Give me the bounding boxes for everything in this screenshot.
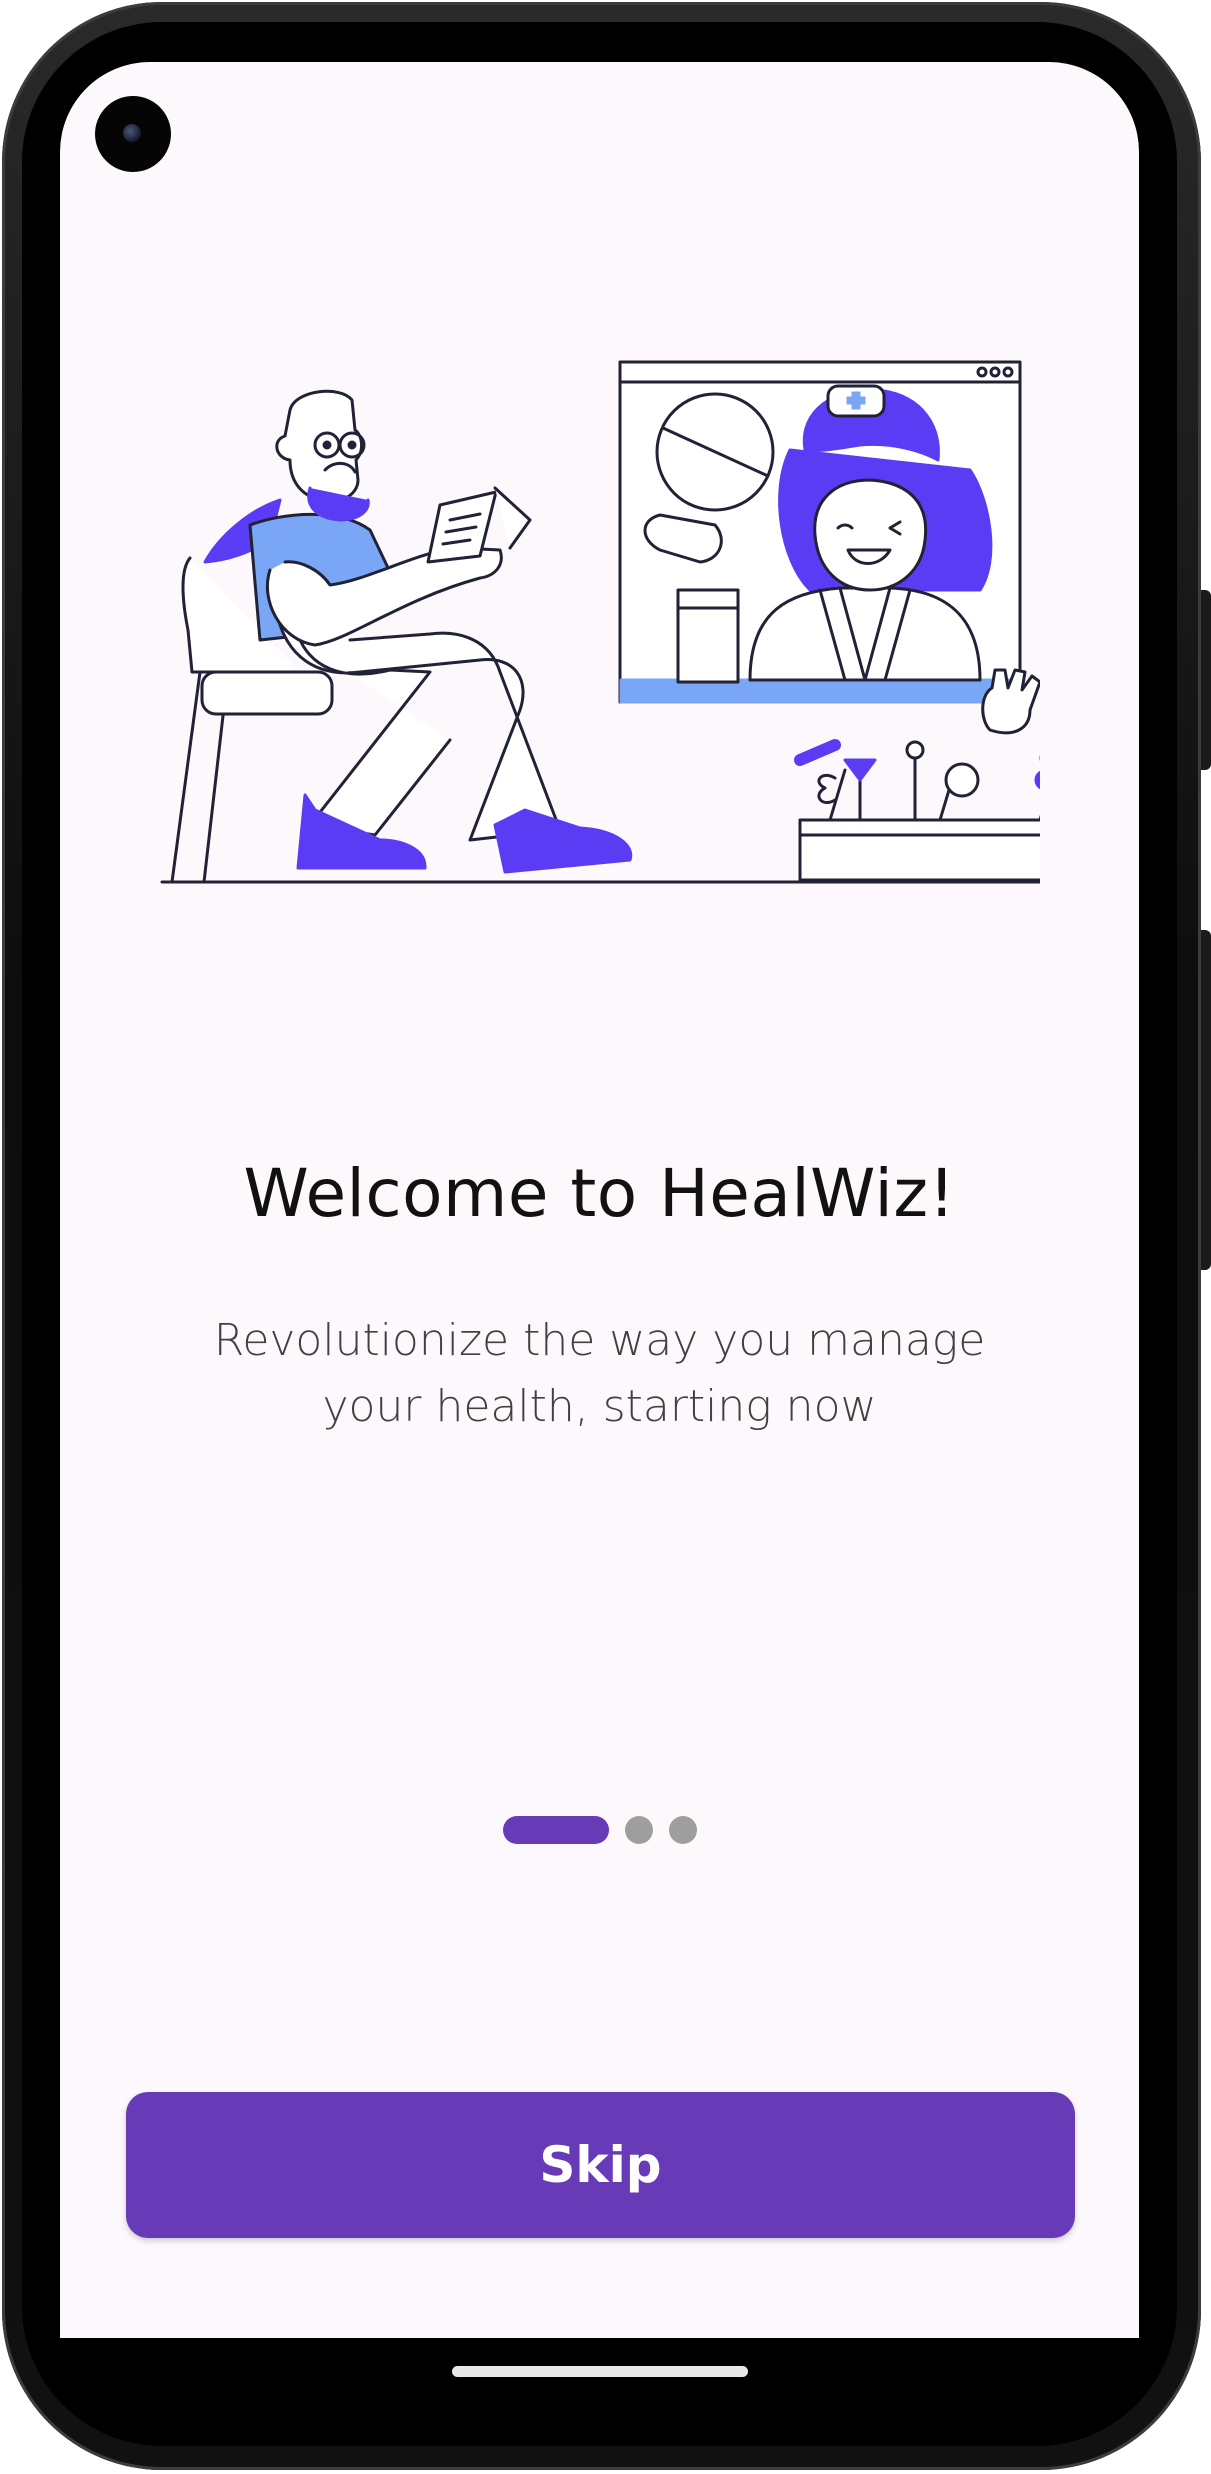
power-button [1201,590,1211,770]
patient-figure-icon [203,389,633,874]
telemedicine-illustration [160,360,1040,884]
system-navigation-bar [60,2338,1139,2392]
doctor-video-call-icon [618,360,1040,735]
page-indicator-dot-active[interactable] [503,1816,609,1844]
page-indicator-dot[interactable] [625,1816,653,1844]
plant-pot-icon [794,739,1040,882]
front-camera-icon [95,96,171,172]
home-indicator[interactable] [452,2366,748,2377]
skip-button[interactable]: Skip [126,2092,1075,2238]
onboarding-title: Welcome to HealWiz! [243,1155,956,1232]
phone-device: Welcome to HealWiz! Revolutionize the wa… [0,0,1211,2474]
page-indicator-dot[interactable] [669,1816,697,1844]
page-indicator [503,1816,697,1844]
volume-button [1201,930,1211,1270]
onboarding-subtitle: Revolutionize the way you manage your he… [213,1315,986,1432]
